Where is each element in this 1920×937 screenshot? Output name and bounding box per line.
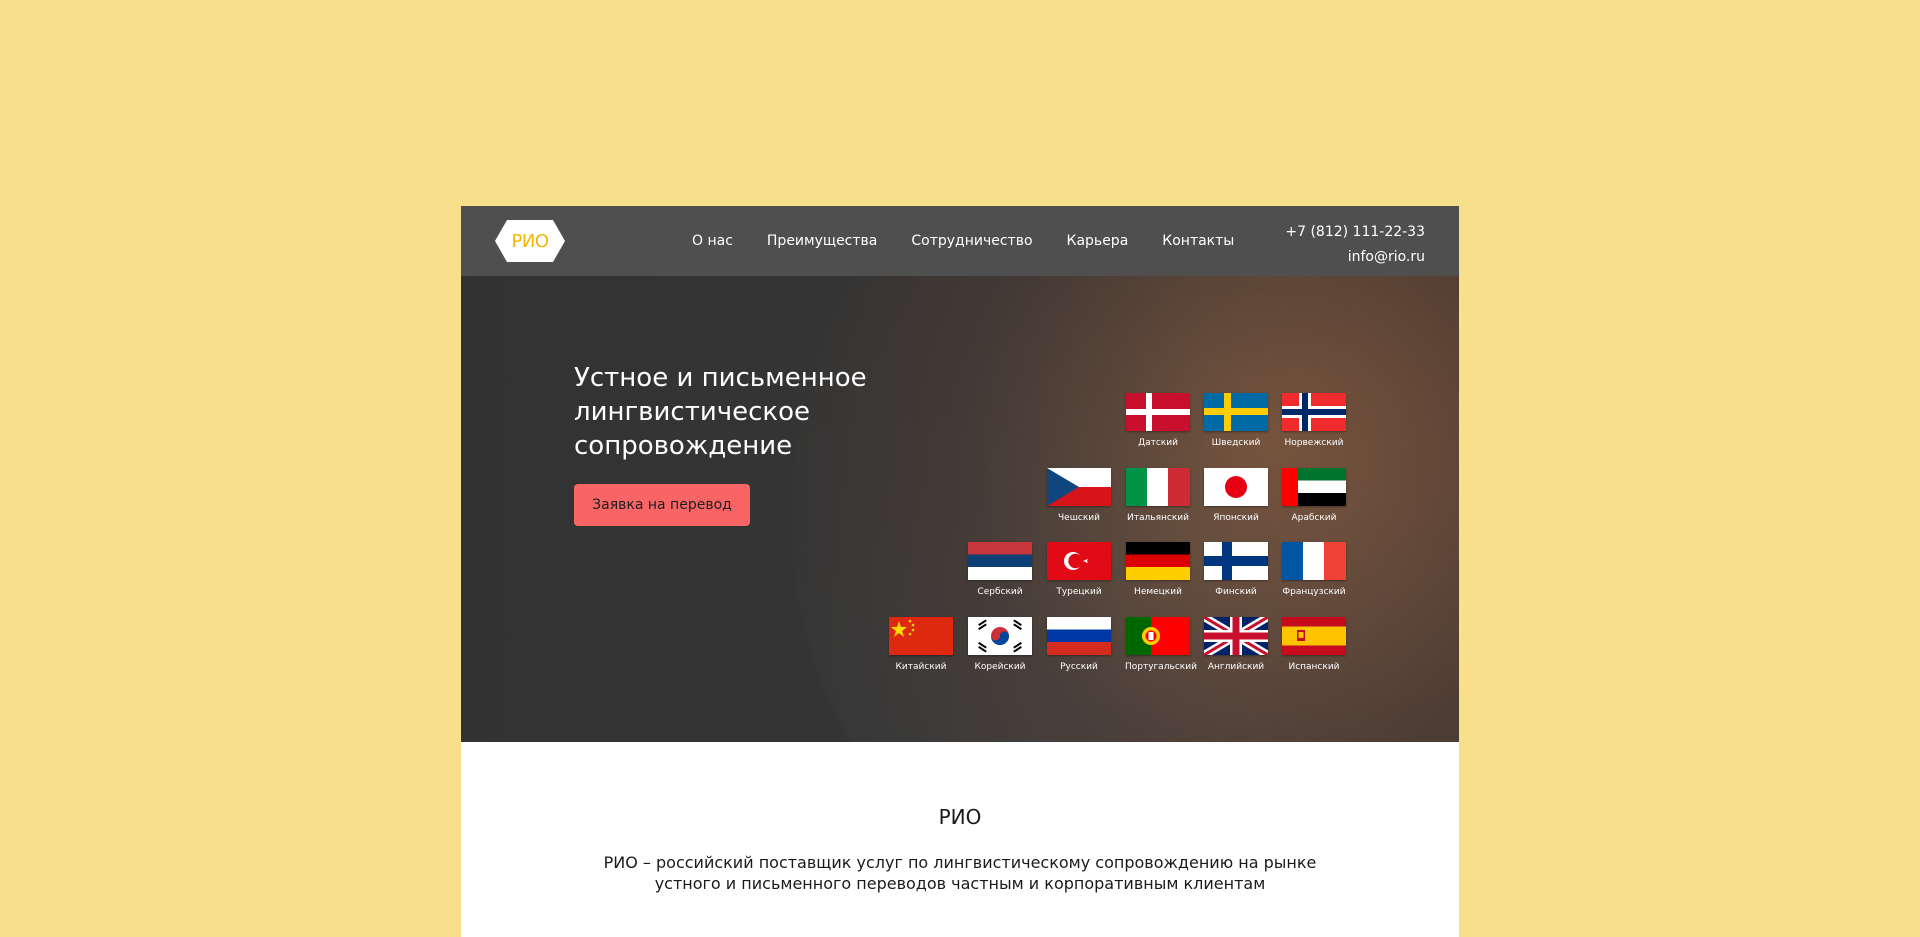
uk-flag-icon xyxy=(1204,617,1268,655)
language-finland[interactable]: Финский xyxy=(1203,542,1269,597)
language-serbia[interactable]: Сербский xyxy=(967,542,1033,597)
france-flag-icon xyxy=(1282,542,1346,580)
logo[interactable]: РИО xyxy=(495,220,565,262)
language-russia[interactable]: Русский xyxy=(1046,617,1112,672)
main-nav: О нас Преимущества Сотрудничество Карьер… xyxy=(692,206,1234,276)
czech-flag-icon xyxy=(1047,468,1111,506)
language-korea[interactable]: Корейский xyxy=(967,617,1033,672)
site-header: РИО О нас Преимущества Сотрудничество Ка… xyxy=(461,206,1459,276)
language-english[interactable]: Английский xyxy=(1203,617,1269,672)
language-france[interactable]: Французский xyxy=(1281,542,1347,597)
hero-section: Устное и письменное лингвистическое сопр… xyxy=(461,276,1459,742)
hero-title: Устное и письменное лингвистическое сопр… xyxy=(574,363,867,461)
germany-flag-icon xyxy=(1126,542,1190,580)
language-label: Итальянский xyxy=(1127,513,1189,523)
about-title: РИО xyxy=(938,805,982,829)
nav-career[interactable]: Карьера xyxy=(1067,233,1129,249)
language-turkey[interactable]: Турецкий xyxy=(1046,542,1112,597)
language-czech[interactable]: Чешский xyxy=(1046,468,1112,523)
turkey-flag-icon xyxy=(1047,542,1111,580)
language-label: Китайский xyxy=(895,662,947,672)
serbia-flag-icon xyxy=(968,542,1032,580)
language-label: Японский xyxy=(1213,513,1259,523)
language-label: Русский xyxy=(1060,662,1098,672)
language-label: Шведский xyxy=(1211,438,1261,448)
language-spain[interactable]: Испанский xyxy=(1281,617,1347,672)
china-flag-icon xyxy=(889,617,953,655)
language-sweden[interactable]: Шведский xyxy=(1203,393,1269,448)
finland-flag-icon xyxy=(1204,542,1268,580)
language-label: Испанский xyxy=(1288,662,1340,672)
language-arabic[interactable]: Арабский xyxy=(1281,468,1347,523)
language-japan[interactable]: Японский xyxy=(1203,468,1269,523)
italy-flag-icon xyxy=(1126,468,1190,506)
language-italy[interactable]: Итальянский xyxy=(1125,468,1191,523)
language-label: Финский xyxy=(1215,587,1257,597)
header-contacts: +7 (812) 111-22-33 info@rio.ru xyxy=(1285,220,1425,270)
language-germany[interactable]: Немецкий xyxy=(1125,542,1191,597)
language-label: Чешский xyxy=(1057,513,1101,523)
phone-link[interactable]: +7 (812) 111-22-33 xyxy=(1285,220,1425,245)
nav-cooperation[interactable]: Сотрудничество xyxy=(911,233,1032,249)
uae-flag-icon xyxy=(1282,468,1346,506)
order-translation-button[interactable]: Заявка на перевод xyxy=(574,484,750,526)
language-denmark[interactable]: Датский xyxy=(1125,393,1191,448)
nav-advantages[interactable]: Преимущества xyxy=(767,233,877,249)
language-label: Португальский xyxy=(1125,662,1197,672)
portugal-flag-icon xyxy=(1126,617,1190,655)
language-portugal[interactable]: Португальский xyxy=(1125,617,1197,672)
spain-flag-icon xyxy=(1282,617,1346,655)
language-china[interactable]: Китайский xyxy=(888,617,954,672)
nav-about[interactable]: О нас xyxy=(692,233,733,249)
language-label: Сербский xyxy=(977,587,1023,597)
language-norway[interactable]: Норвежский xyxy=(1281,393,1347,448)
language-label: Арабский xyxy=(1291,513,1337,523)
nav-contacts[interactable]: Контакты xyxy=(1162,233,1234,249)
language-label: Датский xyxy=(1138,438,1178,448)
logo-text: РИО xyxy=(511,230,550,252)
language-label: Французский xyxy=(1282,587,1346,597)
about-description: РИО – российский поставщик услуг по линг… xyxy=(603,853,1317,893)
norway-flag-icon xyxy=(1282,393,1346,431)
language-label: Норвежский xyxy=(1284,438,1344,448)
japan-flag-icon xyxy=(1204,468,1268,506)
website-frame: РИО О нас Преимущества Сотрудничество Ка… xyxy=(461,206,1459,937)
language-label: Английский xyxy=(1207,662,1265,672)
language-label: Немецкий xyxy=(1134,587,1182,597)
sweden-flag-icon xyxy=(1204,393,1268,431)
russia-flag-icon xyxy=(1047,617,1111,655)
language-label: Корейский xyxy=(974,662,1026,672)
language-label: Турецкий xyxy=(1056,587,1102,597)
korea-flag-icon xyxy=(968,617,1032,655)
email-link[interactable]: info@rio.ru xyxy=(1285,245,1425,270)
denmark-flag-icon xyxy=(1126,393,1190,431)
